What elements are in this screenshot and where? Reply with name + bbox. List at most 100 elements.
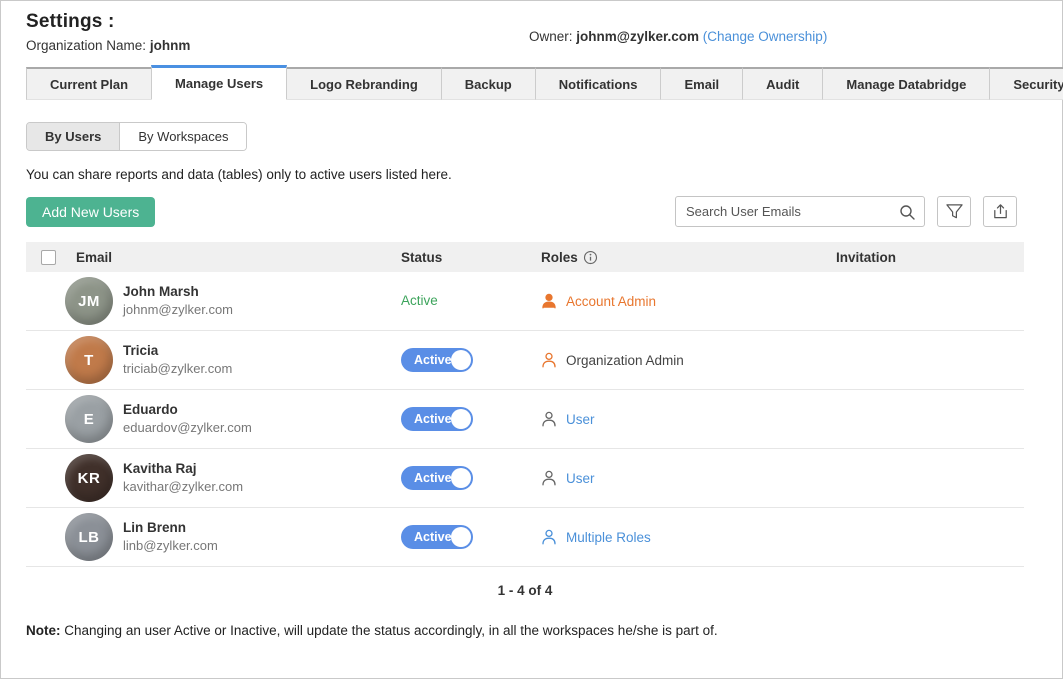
table-row: LB Lin Brennlinb@zylker.com Active Multiple… [26, 508, 1024, 567]
status-cell: Active [401, 466, 541, 490]
toolbar: Add New Users [26, 196, 1017, 227]
status-toggle-label: Active [414, 471, 452, 485]
avatar: JM [65, 277, 113, 325]
user-email: linb@zylker.com [123, 537, 218, 555]
add-new-users-button[interactable]: Add New Users [26, 197, 155, 227]
org-name-value: johnm [150, 38, 191, 53]
user-name: Lin Brenn [123, 519, 218, 537]
roles-cell: Multiple Roles [541, 529, 836, 545]
user-name: John Marsh [123, 283, 233, 301]
tab-security-controls[interactable]: Security Controls [989, 67, 1063, 100]
status-cell: Active [401, 348, 541, 372]
status-toggle[interactable]: Active [401, 466, 473, 490]
change-ownership-link[interactable]: (Change Ownership) [703, 29, 828, 44]
user-names: John Marshjohnm@zylker.com [123, 283, 233, 319]
table-body: JM John Marshjohnm@zylker.com Active Accoun… [26, 272, 1024, 567]
status-cell: Active [401, 407, 541, 431]
pagination: 1 - 4 of 4 [26, 583, 1024, 598]
column-header-checkbox [26, 249, 76, 265]
export-button[interactable] [983, 196, 1017, 227]
subtab-by-users[interactable]: By Users [27, 123, 120, 150]
toolbar-right [675, 196, 1017, 227]
person-icon [541, 529, 557, 545]
note-text: Note: Changing an user Active or Inactiv… [26, 623, 1037, 638]
tab-logo-rebranding[interactable]: Logo Rebranding [286, 67, 442, 100]
user-email: triciab@zylker.com [123, 360, 232, 378]
tab-notifications[interactable]: Notifications [535, 67, 662, 100]
subtab-by-workspaces[interactable]: By Workspaces [120, 123, 246, 150]
toggle-knob [451, 468, 471, 488]
tab-manage-users[interactable]: Manage Users [151, 65, 287, 100]
note-label: Note: [26, 623, 61, 638]
person-icon [541, 352, 557, 368]
user-email: kavithar@zylker.com [123, 478, 243, 496]
column-header-invitation: Invitation [836, 250, 1024, 265]
person-icon [541, 411, 557, 427]
page-header: Settings : Organization Name: johnm Owne… [1, 1, 1062, 59]
tab-manage-databridge[interactable]: Manage Databridge [822, 67, 990, 100]
avatar: T [65, 336, 113, 384]
role-label[interactable]: Multiple Roles [566, 530, 651, 545]
info-icon[interactable] [583, 250, 598, 265]
roles-cell: User [541, 470, 836, 486]
user-names: Eduardoeduardov@zylker.com [123, 401, 252, 437]
status-toggle-label: Active [414, 530, 452, 544]
status-toggle[interactable]: Active [401, 348, 473, 372]
roles-cell: Account Admin [541, 293, 836, 309]
user-name: Kavitha Raj [123, 460, 243, 478]
column-header-email: Email [76, 250, 401, 265]
filter-icon [945, 203, 964, 220]
status-toggle[interactable]: Active [401, 525, 473, 549]
export-icon [991, 202, 1010, 221]
user-email: eduardov@zylker.com [123, 419, 252, 437]
user-names: Triciatriciab@zylker.com [123, 342, 232, 378]
info-text: You can share reports and data (tables) … [26, 167, 1062, 182]
user-names: Kavitha Rajkavithar@zylker.com [123, 460, 243, 496]
user-name: Eduardo [123, 401, 252, 419]
person-icon [541, 293, 557, 309]
person-icon [541, 470, 557, 486]
toggle-knob [451, 527, 471, 547]
column-header-roles: Roles [541, 250, 836, 265]
owner-line: Owner: johnm@zylker.com (Change Ownershi… [529, 29, 827, 44]
select-all-checkbox[interactable] [41, 250, 56, 265]
user-names: Lin Brennlinb@zylker.com [123, 519, 218, 555]
table-header: Email Status Roles Invitation [26, 242, 1024, 272]
avatar: LB [65, 513, 113, 561]
role-label[interactable]: User [566, 471, 595, 486]
role-label: Organization Admin [566, 353, 684, 368]
table-row: KR Kavitha Rajkavithar@zylker.com Active Us… [26, 449, 1024, 508]
owner-label: Owner: [529, 29, 573, 44]
user-cell: JM John Marshjohnm@zylker.com [26, 277, 401, 325]
status-toggle-label: Active [414, 353, 452, 367]
tab-current-plan[interactable]: Current Plan [26, 67, 152, 100]
filter-button[interactable] [937, 196, 971, 227]
search-box[interactable] [675, 196, 925, 227]
status-toggle[interactable]: Active [401, 407, 473, 431]
search-icon [899, 204, 916, 221]
user-email: johnm@zylker.com [123, 301, 233, 319]
subtab-group: By UsersBy Workspaces [26, 122, 247, 151]
user-cell: KR Kavitha Rajkavithar@zylker.com [26, 454, 401, 502]
tab-audit[interactable]: Audit [742, 67, 823, 100]
tab-email[interactable]: Email [660, 67, 743, 100]
user-name: Tricia [123, 342, 232, 360]
org-name-label: Organization Name: [26, 38, 146, 53]
avatar: KR [65, 454, 113, 502]
status-label: Active [401, 293, 438, 308]
roles-cell: Organization Admin [541, 352, 836, 368]
user-cell: LB Lin Brennlinb@zylker.com [26, 513, 401, 561]
note-body: Changing an user Active or Inactive, wil… [64, 623, 717, 638]
table-row: JM John Marshjohnm@zylker.com Active Accoun… [26, 272, 1024, 331]
status-cell: Active [401, 292, 541, 310]
user-cell: T Triciatriciab@zylker.com [26, 336, 401, 384]
owner-email: johnm@zylker.com [576, 29, 699, 44]
status-cell: Active [401, 525, 541, 549]
tab-bar: Current PlanManage UsersLogo RebrandingB… [26, 65, 1027, 100]
role-label[interactable]: User [566, 412, 595, 427]
user-cell: EEduardoeduardov@zylker.com [26, 395, 401, 443]
toggle-knob [451, 350, 471, 370]
search-input[interactable] [676, 197, 924, 226]
tab-backup[interactable]: Backup [441, 67, 536, 100]
roles-cell: User [541, 411, 836, 427]
